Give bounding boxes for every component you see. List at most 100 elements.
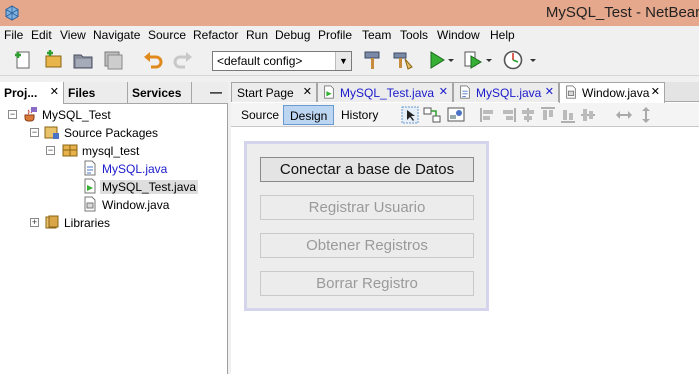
view-design-button[interactable]: Design (283, 105, 335, 125)
resize-vertical-icon[interactable] (637, 106, 655, 124)
tab-window[interactable]: Window.java ✕ (559, 82, 665, 103)
tab-start-page-label: Start Page (237, 86, 294, 100)
menu-team[interactable]: Team (362, 28, 391, 42)
minimize-panel-icon[interactable]: — (210, 85, 222, 99)
config-select[interactable]: <default config> ▼ (212, 51, 352, 71)
build-hammer-icon[interactable] (362, 49, 384, 71)
tree-item-file[interactable]: MySQL_Test.java (0, 178, 228, 196)
menu-navigate[interactable]: Navigate (93, 28, 140, 42)
tree-item-file[interactable]: MySQL.java (0, 160, 228, 178)
center-vertical-icon[interactable] (579, 106, 597, 124)
menu-help[interactable]: Help (490, 28, 515, 42)
title-bar: MySQL_Test - NetBeans (0, 0, 699, 26)
close-icon[interactable]: ✕ (545, 85, 554, 98)
save-all-icon[interactable] (102, 49, 124, 71)
tab-services-label: Services (132, 86, 182, 100)
resize-horizontal-icon[interactable] (615, 106, 633, 124)
undo-icon[interactable] (142, 49, 164, 71)
center-horizontal-icon[interactable] (519, 106, 537, 124)
tab-start-page[interactable]: Start Page ✕ (231, 82, 317, 102)
profile-gauge-icon[interactable] (502, 49, 524, 71)
tree-item-source-packages[interactable]: − Source Packages (0, 124, 228, 142)
menu-view[interactable]: View (60, 28, 86, 42)
run-dropdown-icon[interactable] (446, 49, 456, 71)
menu-refactor[interactable]: Refactor (193, 28, 238, 42)
tab-projects-label: Proj... (4, 86, 38, 100)
menu-run[interactable]: Run (246, 28, 268, 42)
connect-button[interactable]: Conectar a base de Datos (260, 157, 474, 182)
java-main-file-icon (322, 85, 336, 99)
preview-design-icon[interactable] (447, 106, 465, 124)
netbeans-app-icon (4, 5, 20, 21)
align-top-icon[interactable] (539, 106, 557, 124)
menu-bar: File Edit View Navigate Source Refactor … (0, 26, 699, 44)
clean-build-icon[interactable] (392, 49, 414, 71)
tree-label-source-packages: Source Packages (64, 126, 159, 140)
tree-label-file: Window.java (102, 198, 170, 212)
align-right-icon[interactable] (499, 106, 517, 124)
close-icon[interactable]: ✕ (439, 85, 448, 98)
tab-mysql[interactable]: MySQL.java ✕ (453, 82, 559, 102)
editor-area: Start Page ✕ MySQL_Test.java ✕ MySQL.jav… (231, 82, 699, 374)
tab-files[interactable]: Files (64, 82, 128, 104)
connection-mode-icon[interactable] (423, 106, 441, 124)
collapse-icon[interactable]: − (8, 110, 17, 119)
tab-mysql-test[interactable]: MySQL_Test.java ✕ (317, 82, 453, 102)
source-packages-icon (44, 124, 60, 140)
design-toolbar: Source Design History (231, 103, 699, 127)
new-file-icon[interactable] (12, 49, 34, 71)
tree-item-project[interactable]: − MySQL_Test (0, 106, 228, 124)
libraries-icon (44, 214, 60, 230)
projects-panel-tabs: Proj... ✕ Files Services — (0, 82, 228, 104)
collapse-icon[interactable]: − (46, 146, 55, 155)
expand-icon[interactable]: + (30, 218, 39, 227)
jframe-form[interactable]: Conectar a base de Datos Registrar Usuar… (244, 141, 489, 311)
align-bottom-icon[interactable] (559, 106, 577, 124)
close-icon[interactable]: ✕ (651, 85, 660, 98)
tree-label-libraries: Libraries (64, 216, 111, 230)
java-file-icon (458, 85, 472, 99)
selection-mode-icon[interactable] (401, 106, 419, 124)
view-history-button[interactable]: History (335, 105, 384, 125)
tree-label-package: mysql_test (82, 144, 140, 158)
tree-item-file[interactable]: Window.java (0, 196, 228, 214)
tree-item-package[interactable]: − mysql_test (0, 142, 228, 160)
design-canvas: Conectar a base de Datos Registrar Usuar… (231, 128, 699, 374)
config-select-value: <default config> (217, 54, 303, 68)
close-icon[interactable]: ✕ (303, 85, 312, 98)
new-project-icon[interactable] (42, 49, 64, 71)
tab-mysql-test-label: MySQL_Test.java (340, 86, 435, 100)
menu-tools[interactable]: Tools (400, 28, 428, 42)
tree-item-libraries[interactable]: + Libraries (0, 214, 228, 232)
tree-label-project: MySQL_Test (42, 108, 111, 122)
profile-dropdown-icon[interactable] (528, 49, 538, 71)
tab-projects[interactable]: Proj... ✕ (0, 82, 64, 104)
get-records-button[interactable]: Obtener Registros (260, 233, 474, 258)
redo-icon[interactable] (172, 49, 194, 71)
open-project-icon[interactable] (72, 49, 94, 71)
register-user-button[interactable]: Registrar Usuario (260, 195, 474, 220)
close-icon[interactable]: ✕ (50, 85, 59, 98)
debug-dropdown-icon[interactable] (484, 49, 494, 71)
menu-source[interactable]: Source (148, 28, 186, 42)
tree-label-file: MySQL_Test.java (100, 180, 199, 194)
tab-services[interactable]: Services (128, 82, 192, 104)
debug-icon[interactable] (462, 49, 484, 71)
menu-window[interactable]: Window (437, 28, 480, 42)
delete-record-button[interactable]: Borrar Registro (260, 271, 474, 296)
projects-panel: Proj... ✕ Files Services — − MySQL_Test … (0, 82, 228, 374)
window-title: MySQL_Test - NetBeans (545, 4, 699, 21)
run-icon[interactable] (426, 49, 448, 71)
menu-file[interactable]: File (4, 28, 23, 42)
menu-debug[interactable]: Debug (275, 28, 310, 42)
main-toolbar: <default config> ▼ (0, 44, 699, 76)
tab-mysql-label: MySQL.java (476, 86, 542, 100)
tree-label-file: MySQL.java (102, 162, 168, 176)
menu-edit[interactable]: Edit (31, 28, 52, 42)
collapse-icon[interactable]: − (30, 128, 39, 137)
java-form-file-icon (564, 85, 578, 99)
java-file-icon (82, 160, 98, 176)
view-source-button[interactable]: Source (235, 105, 285, 125)
align-left-icon[interactable] (479, 106, 497, 124)
menu-profile[interactable]: Profile (318, 28, 352, 42)
